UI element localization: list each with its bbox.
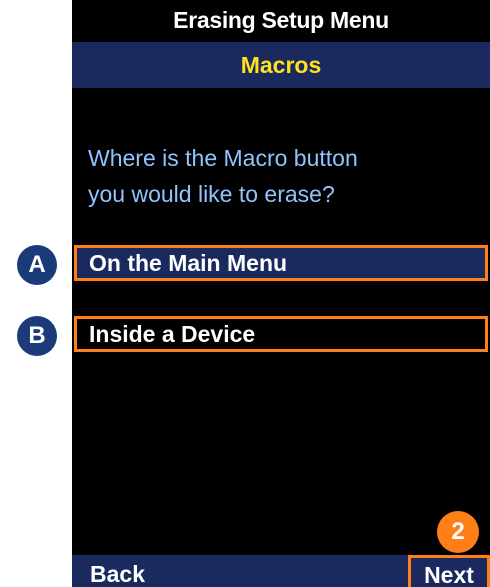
page: Erasing Setup Menu Macros Where is the M… bbox=[0, 0, 490, 587]
softkey-bar: Back Next bbox=[72, 555, 490, 587]
screen-title: Erasing Setup Menu bbox=[72, 0, 490, 42]
device-screen: Erasing Setup Menu Macros Where is the M… bbox=[72, 0, 490, 587]
callout-badge-a: A bbox=[17, 245, 57, 285]
prompt-line-2: you would like to erase? bbox=[88, 181, 335, 207]
prompt-line-1: Where is the Macro button bbox=[88, 145, 358, 171]
back-softkey[interactable]: Back bbox=[90, 555, 145, 587]
step-number-badge: 2 bbox=[437, 511, 479, 553]
option-inside-a-device[interactable]: Inside a Device bbox=[74, 316, 488, 352]
callout-badge-b: B bbox=[17, 316, 57, 356]
prompt-text: Where is the Macro button you would like… bbox=[88, 140, 478, 212]
option-on-the-main-menu[interactable]: On the Main Menu bbox=[74, 245, 488, 281]
next-softkey[interactable]: Next bbox=[408, 555, 490, 587]
screen-subtitle: Macros bbox=[72, 42, 490, 88]
